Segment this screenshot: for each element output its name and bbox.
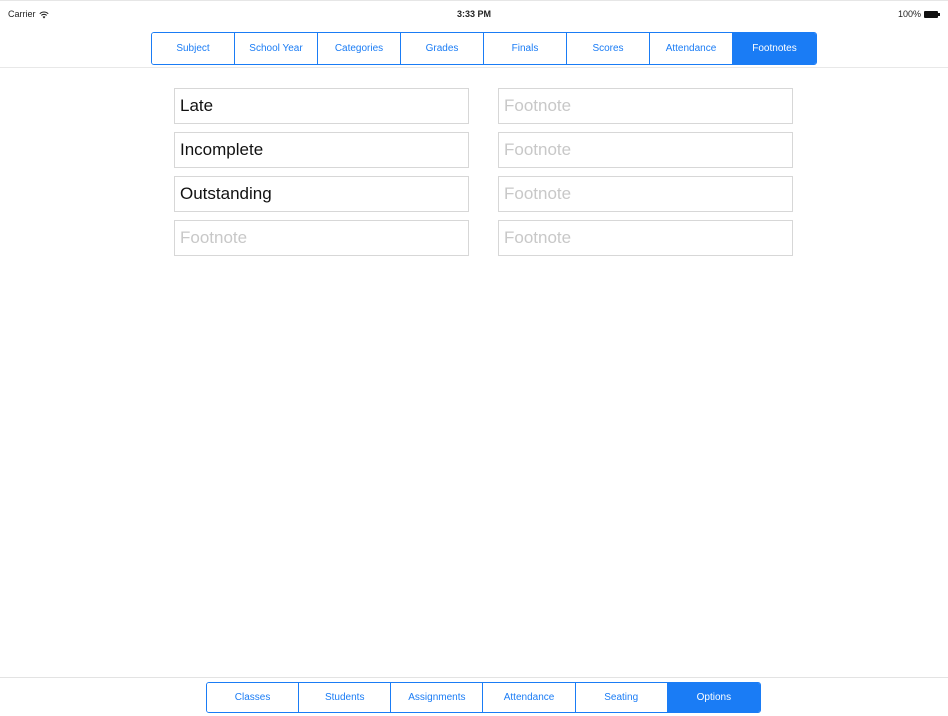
battery-percent: 100%: [897, 9, 921, 19]
status-bar: Carrier 3:33 PM 100%: [0, 0, 948, 22]
tab-assignments[interactable]: Assignments: [391, 683, 484, 712]
footnote-field-8[interactable]: [498, 220, 793, 256]
status-time: 3:33 PM: [456, 9, 491, 19]
settings-segmented-control: Subject School Year Categories Grades Fi…: [151, 32, 817, 65]
tab-attendance-main[interactable]: Attendance: [483, 683, 576, 712]
tab-categories[interactable]: Categories: [318, 33, 401, 64]
tab-students[interactable]: Students: [299, 683, 392, 712]
tab-attendance[interactable]: Attendance: [650, 33, 733, 64]
footnote-field-7[interactable]: [498, 176, 793, 212]
main-segmented-control: Classes Students Assignments Attendance …: [206, 682, 761, 713]
tab-classes[interactable]: Classes: [207, 683, 300, 712]
footnote-field-1[interactable]: [174, 88, 469, 124]
tab-bar-divider: [0, 677, 948, 678]
header-divider: [0, 67, 948, 68]
tab-seating[interactable]: Seating: [575, 683, 668, 712]
footnote-field-3[interactable]: [174, 176, 469, 212]
footnote-field-2[interactable]: [174, 132, 469, 168]
tab-school-year[interactable]: School Year: [235, 33, 318, 64]
tab-options[interactable]: Options: [667, 683, 760, 712]
tab-subject[interactable]: Subject: [152, 33, 235, 64]
battery-icon: [924, 10, 940, 18]
tab-grades[interactable]: Grades: [401, 33, 484, 64]
tab-scores[interactable]: Scores: [567, 33, 650, 64]
battery-indicator: 100%: [897, 9, 940, 19]
footnote-field-4[interactable]: [174, 220, 469, 256]
footnote-field-5[interactable]: [498, 88, 793, 124]
footnote-field-6[interactable]: [498, 132, 793, 168]
tab-footnotes[interactable]: Footnotes: [733, 33, 816, 64]
tab-finals[interactable]: Finals: [484, 33, 567, 64]
